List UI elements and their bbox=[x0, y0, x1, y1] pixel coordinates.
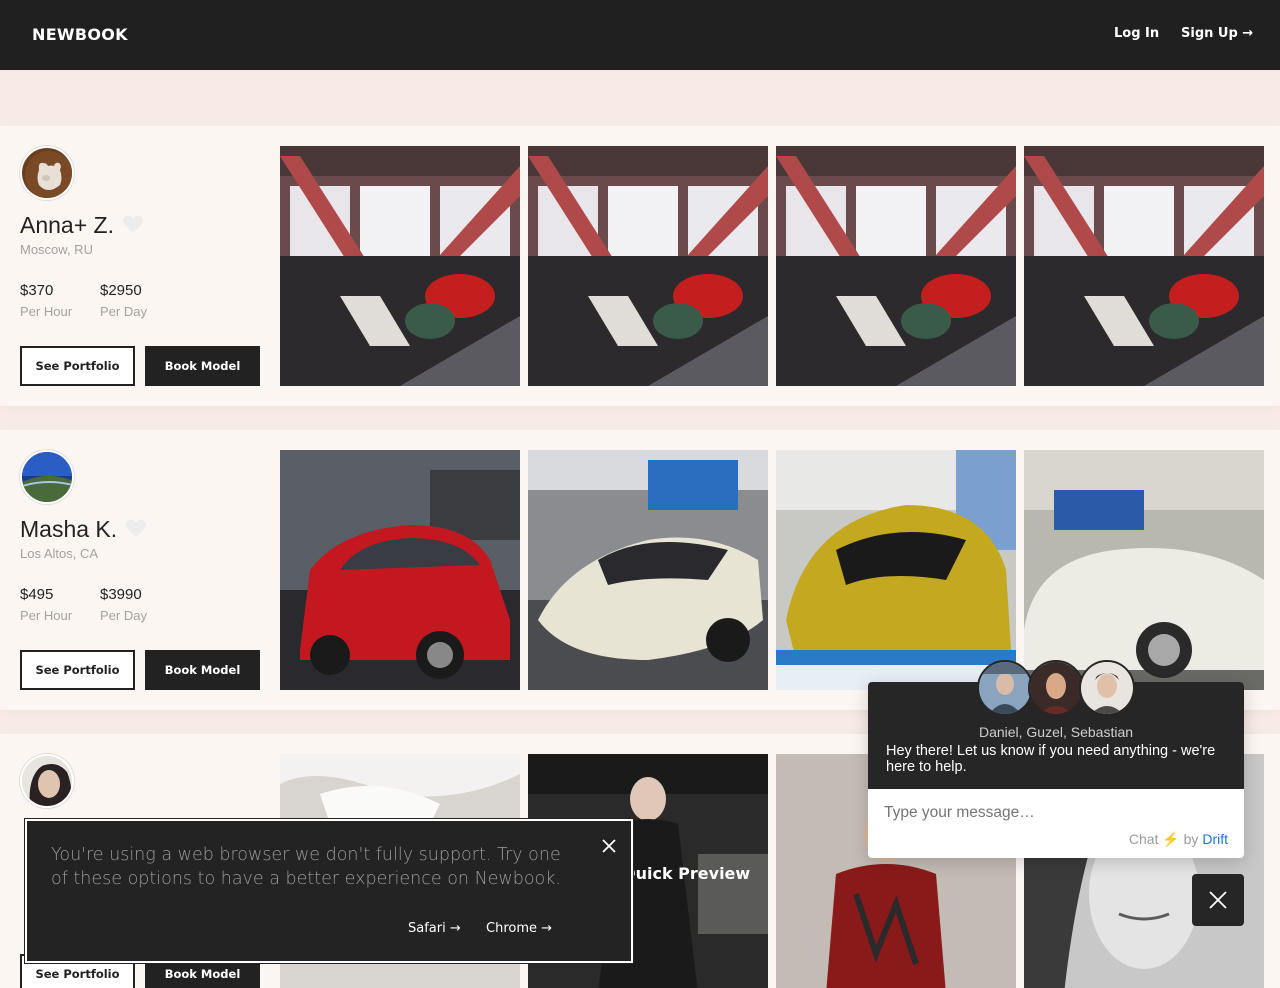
close-icon[interactable] bbox=[600, 837, 618, 855]
price-day: $2950 bbox=[100, 282, 142, 299]
price-hour-label: Per Hour bbox=[20, 304, 73, 319]
model-name[interactable]: Anna+ Z. bbox=[20, 212, 144, 240]
avatar bbox=[1028, 660, 1084, 716]
login-link[interactable]: Log In bbox=[1114, 26, 1159, 41]
see-portfolio-button[interactable]: See Portfolio bbox=[20, 650, 135, 690]
chat-credit[interactable]: Chat ⚡ by Drift bbox=[1129, 831, 1228, 848]
lightning-icon: ⚡ bbox=[1162, 831, 1180, 847]
chat-credit-prefix: Chat bbox=[1128, 831, 1159, 847]
chat-header: Daniel, Guzel, Sebastian Hey there! Let … bbox=[868, 660, 1244, 789]
price-hour-label: Per Hour bbox=[20, 608, 73, 623]
see-portfolio-button[interactable]: See Portfolio bbox=[20, 346, 135, 386]
chat-message-input[interactable] bbox=[884, 804, 1224, 822]
model-card: Anna+ Z. Moscow, RU $370 Per Hour $2950 … bbox=[0, 126, 1280, 406]
portfolio-photo[interactable] bbox=[776, 146, 1016, 386]
price-day-label: Per Day bbox=[100, 304, 147, 319]
price-hour: $495 bbox=[20, 586, 54, 603]
price-hour: $370 bbox=[20, 282, 54, 299]
avatar[interactable] bbox=[20, 450, 74, 504]
chat-agent-names: Daniel, Guzel, Sebastian bbox=[978, 724, 1134, 740]
model-location: Moscow, RU bbox=[20, 242, 93, 257]
chat-credit-by: by bbox=[1183, 831, 1199, 847]
portfolio-photo[interactable] bbox=[1024, 450, 1264, 690]
portfolio-photo[interactable] bbox=[528, 146, 768, 386]
heart-icon[interactable] bbox=[122, 213, 144, 240]
drift-link[interactable]: Drift bbox=[1202, 831, 1228, 847]
chrome-link[interactable]: Chrome → bbox=[486, 921, 552, 936]
portfolio-photo[interactable] bbox=[280, 146, 520, 386]
logo[interactable]: NEWBOOK bbox=[32, 25, 128, 44]
price-day: $3990 bbox=[100, 586, 142, 603]
avatar bbox=[1079, 660, 1135, 716]
price-day-label: Per Day bbox=[100, 608, 147, 623]
portfolio-photo[interactable] bbox=[1024, 146, 1264, 386]
portfolio-photo[interactable] bbox=[280, 450, 520, 690]
avatar bbox=[977, 660, 1033, 716]
book-model-button[interactable]: Book Model bbox=[145, 650, 260, 690]
avatar[interactable] bbox=[20, 754, 74, 808]
close-icon bbox=[1209, 891, 1227, 909]
portfolio-photo[interactable] bbox=[528, 450, 768, 690]
chat-close-button[interactable] bbox=[1192, 874, 1244, 926]
browser-warning-banner: You're using a web browser we don't full… bbox=[25, 819, 633, 963]
portfolio-photo[interactable] bbox=[776, 450, 1016, 690]
quick-preview-label[interactable]: Quick Preview bbox=[622, 864, 750, 883]
signup-link[interactable]: Sign Up → bbox=[1181, 26, 1253, 41]
browser-warning-message: You're using a web browser we don't full… bbox=[51, 845, 561, 889]
chat-greeting: Hey there! Let us know if you need anyth… bbox=[886, 743, 1216, 775]
model-name[interactable]: Masha K. bbox=[20, 516, 147, 544]
model-location: Los Altos, CA bbox=[20, 546, 99, 561]
book-model-button[interactable]: Book Model bbox=[145, 346, 260, 386]
top-nav: NEWBOOK Log In Sign Up → bbox=[0, 0, 1280, 70]
chat-widget: Daniel, Guzel, Sebastian Hey there! Let … bbox=[868, 660, 1244, 858]
safari-link[interactable]: Safari → bbox=[408, 921, 461, 936]
avatar[interactable] bbox=[20, 146, 74, 200]
heart-icon[interactable] bbox=[125, 517, 147, 544]
